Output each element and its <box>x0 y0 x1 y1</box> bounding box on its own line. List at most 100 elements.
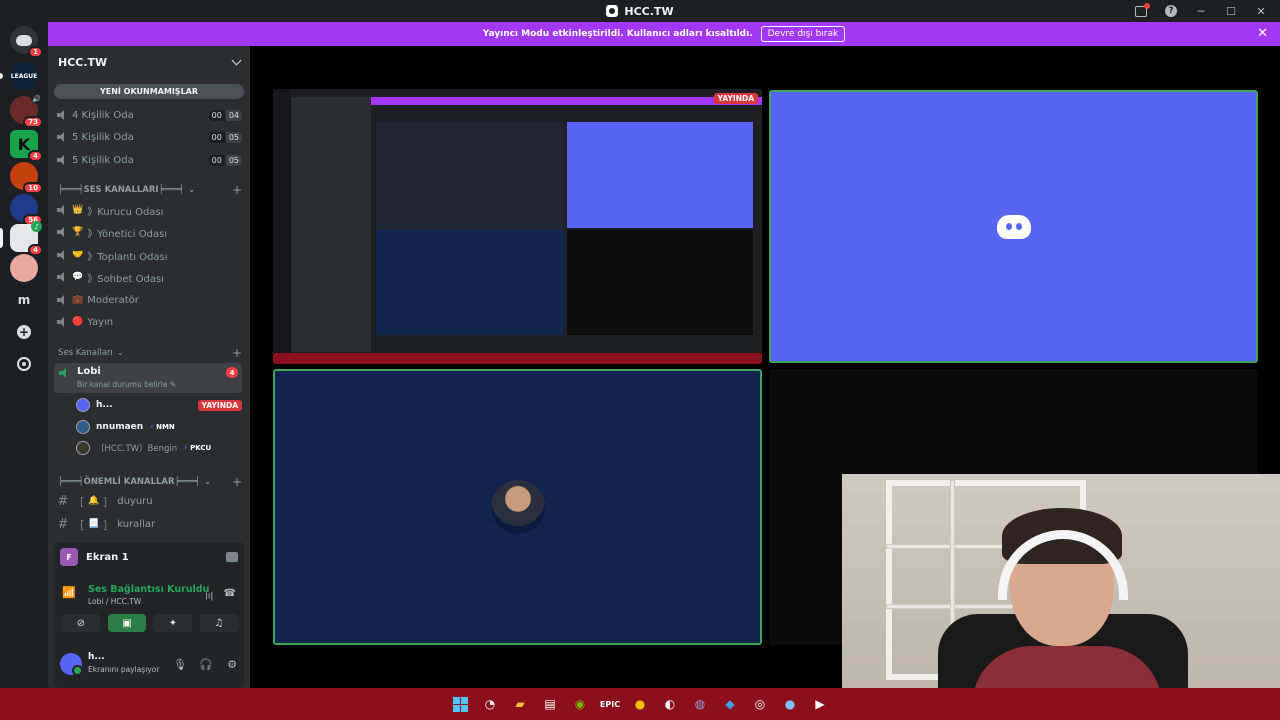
camera-off-button[interactable]: ⊘ <box>62 614 100 632</box>
speaker-connected-icon <box>58 367 70 379</box>
server-2[interactable]: 🔊 73 <box>10 93 43 128</box>
compass-icon <box>17 357 31 371</box>
new-unreads-bar[interactable]: YENİ OKUNMAMIŞLAR <box>54 84 244 99</box>
help-button[interactable]: ? <box>1158 0 1184 22</box>
user-panel: h... Ekranını paylaşıyor 🎙 🎧 ⚙ <box>54 646 244 682</box>
store-icon[interactable]: ▤ <box>538 692 562 716</box>
add-channel-icon[interactable]: + <box>232 346 242 360</box>
channel-emoji: 🏆 <box>72 227 84 237</box>
category-ses-kanallari-2[interactable]: Ses Kanalları ⌄ + <box>58 346 242 360</box>
server-label: m <box>17 293 31 307</box>
media-player-icon[interactable]: ▶ <box>808 692 832 716</box>
gear-icon[interactable]: ⚙ <box>224 656 240 672</box>
discord-home-icon <box>16 34 32 46</box>
avatar <box>76 420 90 434</box>
add-channel-icon[interactable]: + <box>232 475 242 489</box>
banner-close-icon[interactable]: ✕ <box>1257 26 1268 42</box>
channel-name: Yayın <box>87 316 114 328</box>
speaker-icon <box>56 109 68 121</box>
channel-toplanti[interactable]: 🤝 》Toplantı Odası <box>56 245 242 265</box>
server-k[interactable]: K 4 <box>10 130 43 162</box>
speaker-icon <box>56 271 68 283</box>
voice-user[interactable]: h... YAYINDA <box>76 395 242 415</box>
taskbar: ◔ ▰ ▤ ◉ EPIC ● ◐ ◍ ◆ ◎ ● ▶ <box>0 688 1280 720</box>
category-onemli-kanallar[interactable]: ╞═══╡ÖNEMLİ KANALLAR╞═══╡ ⌄ + <box>58 475 242 489</box>
nested-tile <box>567 122 753 228</box>
chevron-down-icon: ⌄ <box>116 348 124 358</box>
category-ses-kanallari[interactable]: ╞═══╡SES KANALLARI╞═══╡ ⌄ + <box>58 183 242 197</box>
avatar[interactable] <box>60 653 83 676</box>
explore-button[interactable] <box>10 350 38 378</box>
inbox-icon <box>1135 2 1150 17</box>
channel-name: Lobi <box>77 366 101 377</box>
channel-duyuru[interactable]: # ［ 🔔 ］ duyuru <box>56 491 242 511</box>
channel-emoji: 👑 <box>72 205 84 215</box>
home-button[interactable]: 1 <box>10 26 43 58</box>
chrome-icon[interactable]: ● <box>628 692 652 716</box>
channel-name: 5 Kişilik Oda <box>72 154 134 166</box>
discord-icon[interactable]: ◍ <box>688 692 712 716</box>
window-title: HCC.TW <box>606 5 674 18</box>
speed-icon[interactable]: ◔ <box>478 692 502 716</box>
channel-lobi[interactable]: Lobi Bir kanal durumu belirle ✎ 4 <box>54 363 242 393</box>
count-max: 04 <box>224 109 242 121</box>
user-limit: 00 04 <box>208 109 242 121</box>
channel-yayin[interactable]: 🔴 Yayın <box>56 312 242 332</box>
stop-preview-icon[interactable] <box>226 552 238 562</box>
stop-stream-button[interactable]: ▣ <box>108 614 146 632</box>
minimize-button[interactable]: ─ <box>1188 0 1214 22</box>
add-server-button[interactable]: + <box>10 318 38 346</box>
add-channel-icon[interactable]: + <box>232 183 242 197</box>
nested-tile <box>376 230 564 335</box>
server-m[interactable]: m <box>10 286 38 314</box>
participant-tile-discord[interactable] <box>769 90 1258 363</box>
soundboard-button[interactable]: ♫ <box>200 614 238 632</box>
microphone-icon[interactable]: 🎙 <box>172 656 188 672</box>
nested-tile <box>567 230 753 335</box>
channel-sohbet[interactable]: 💬 》Sohbet Odası <box>56 267 242 287</box>
disable-streamer-mode-button[interactable]: Devre dışı bırak <box>760 26 846 42</box>
nested-rail <box>273 89 291 364</box>
voice-user[interactable]: nnumaen ⚡ NMN <box>76 417 242 437</box>
folder-icon[interactable]: ▰ <box>508 692 532 716</box>
server-league[interactable]: LEAGUE <box>0 62 38 90</box>
plus-icon: + <box>17 325 31 339</box>
voice-speaker-icon: 🔊 <box>31 93 42 104</box>
nested-screen-share-tile[interactable]: YAYINDA <box>273 89 762 364</box>
hash-icon: # <box>57 493 69 509</box>
server-4[interactable]: 10 <box>10 162 43 194</box>
headphones-icon[interactable]: 🎧 <box>198 656 214 672</box>
server-5[interactable]: 56 <box>10 194 43 226</box>
channel-5-kisilik-2[interactable]: 5 Kişilik Oda 00 05 <box>56 150 242 170</box>
vscode-icon[interactable]: ◆ <box>718 692 742 716</box>
channel-5-kisilik[interactable]: 5 Kişilik Oda 00 05 <box>56 127 242 147</box>
connection-location[interactable]: Lobi / HCC.TW <box>88 597 141 606</box>
count-max: 05 <box>224 154 242 166</box>
windows-start-icon[interactable] <box>448 692 472 716</box>
obs-icon[interactable]: ◎ <box>748 692 772 716</box>
activities-button[interactable]: ✦ <box>154 614 192 632</box>
count-max: 05 <box>224 131 242 143</box>
channel-status[interactable]: Bir kanal durumu belirle ✎ <box>77 380 176 389</box>
channel-kurallar[interactable]: # ［ 📃 ］ kurallar <box>56 514 242 534</box>
channel-moderator[interactable]: 💼 Moderatör <box>56 290 242 310</box>
voice-user[interactable]: 〔HCC.TW〕Bengin ⚡ PKCU <box>76 438 242 458</box>
server-header[interactable]: HCC.TW <box>48 46 250 78</box>
server-7[interactable] <box>10 254 38 282</box>
chevron-down-icon: ⌄ <box>204 477 212 487</box>
epic-icon[interactable]: EPIC <box>598 692 622 716</box>
channel-4-kisilik[interactable]: 4 Kişilik Oda 00 04 <box>56 105 242 125</box>
server-active[interactable]: ♪ 4 <box>0 221 43 256</box>
disconnect-icon[interactable]: ☎ <box>224 588 236 599</box>
close-window-button[interactable]: ✕ <box>1248 0 1274 22</box>
nvidia-icon[interactable]: ◉ <box>568 692 592 716</box>
participant-tile-user[interactable] <box>273 369 762 645</box>
inbox-button[interactable] <box>1128 0 1154 22</box>
connection-status[interactable]: Ses Bağlantısı Kuruldu <box>88 584 209 595</box>
steam-icon[interactable]: ◐ <box>658 692 682 716</box>
channel-kurucu[interactable]: 👑 》Kurucu Odası <box>56 200 242 220</box>
chrome-dev-icon[interactable]: ● <box>778 692 802 716</box>
noise-suppression-icon[interactable]: 〣 <box>204 588 214 603</box>
channel-yonetici[interactable]: 🏆 》Yönetici Odası <box>56 222 242 242</box>
maximize-button[interactable]: ☐ <box>1218 0 1244 22</box>
